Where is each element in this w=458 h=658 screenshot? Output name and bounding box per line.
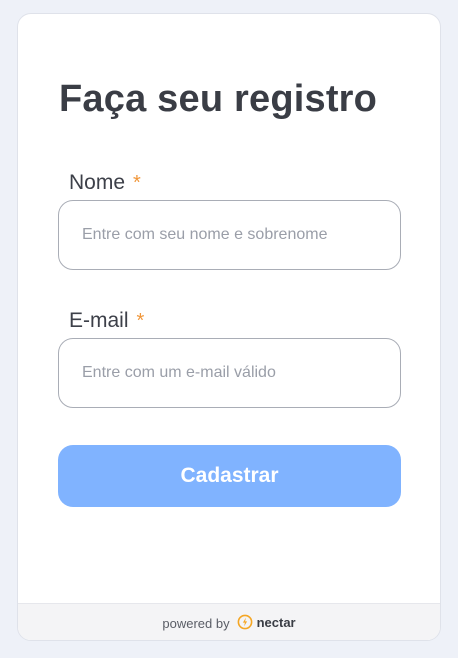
email-label-text: E-mail bbox=[69, 309, 129, 332]
name-field-label: Nome * bbox=[69, 171, 141, 195]
submit-button[interactable]: Cadastrar bbox=[58, 445, 401, 507]
email-input[interactable] bbox=[58, 338, 401, 408]
powered-by-text: powered by bbox=[162, 615, 230, 631]
nectar-logo-icon bbox=[237, 614, 252, 630]
name-label-text: Nome bbox=[69, 171, 126, 194]
name-input[interactable] bbox=[58, 200, 401, 270]
required-asterisk: * bbox=[133, 172, 141, 194]
required-asterisk: * bbox=[136, 310, 145, 332]
powered-by-footer: powered by nectar bbox=[18, 603, 440, 640]
page-title: Faça seu registro bbox=[59, 78, 378, 120]
brand-link[interactable]: nectar bbox=[237, 614, 296, 630]
brand-name: nectar bbox=[256, 614, 296, 630]
email-field-label: E-mail * bbox=[69, 309, 144, 333]
registration-card: Faça seu registro Nome * E-mail * Cadastra… bbox=[17, 13, 441, 641]
